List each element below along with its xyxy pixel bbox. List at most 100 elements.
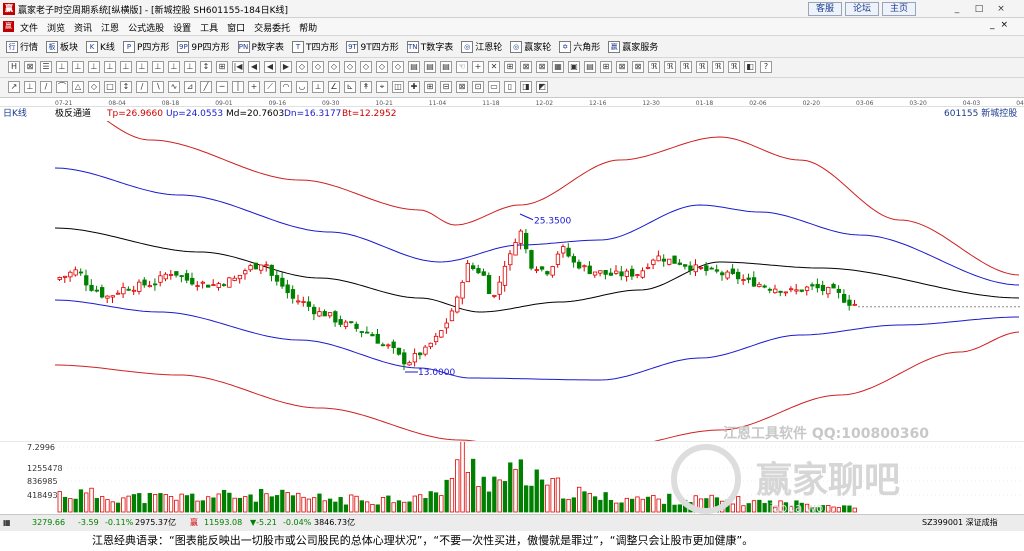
close-button[interactable]: × (994, 2, 1008, 16)
tool-icon[interactable]: ⊿ (184, 81, 196, 93)
tool-icon[interactable]: ◇ (88, 81, 100, 93)
tool-icon[interactable]: ⊥ (136, 61, 148, 73)
menu-item[interactable]: 文件 (20, 21, 38, 34)
tool-icon[interactable]: ∿ (168, 81, 180, 93)
toolbar-button[interactable]: ◎ 赢家轮 (510, 40, 551, 53)
status-right-index[interactable]: SZ399001 深证成指 (922, 517, 998, 529)
tool-icon[interactable]: ⊞ (600, 61, 612, 73)
tool-icon[interactable]: ▤ (408, 61, 420, 73)
tool-icon[interactable]: ℜ (696, 61, 708, 73)
tool-icon[interactable]: ◇ (312, 61, 324, 73)
tool-icon[interactable]: ℜ (728, 61, 740, 73)
tool-icon[interactable]: H (8, 61, 20, 73)
toolbar-button[interactable]: PN P数字表 (237, 40, 284, 53)
tool-icon[interactable]: ⊥ (152, 61, 164, 73)
tool-icon[interactable]: ◨ (520, 81, 532, 93)
tool-icon[interactable]: ◇ (296, 61, 308, 73)
menu-item[interactable]: 交易委托 (254, 21, 290, 34)
tool-icon[interactable]: ✚ (408, 81, 420, 93)
menu-item[interactable]: 资讯 (74, 21, 92, 34)
tool-icon[interactable]: ◀ (248, 61, 260, 73)
toolbar-button[interactable]: TN T数字表 (406, 40, 453, 53)
toolbar-button[interactable]: P P四方形 (122, 40, 169, 53)
tool-icon[interactable]: ⊠ (536, 61, 548, 73)
tool-icon[interactable]: ⊟ (440, 81, 452, 93)
tool-icon[interactable]: ⊥ (168, 61, 180, 73)
menu-item[interactable]: 工具 (200, 21, 218, 34)
toolbar-button[interactable]: 行行情 (6, 40, 38, 53)
tool-icon[interactable]: ◀ (264, 61, 276, 73)
tool-icon[interactable]: ⊾ (344, 81, 356, 93)
tool-icon[interactable]: ⊥ (104, 61, 116, 73)
tool-icon[interactable]: ⊥ (120, 61, 132, 73)
tool-icon[interactable]: ↟ (360, 81, 372, 93)
tool-icon[interactable]: ⊥ (24, 81, 36, 93)
tool-icon[interactable]: ✕ (488, 61, 500, 73)
tool-icon[interactable]: / (40, 81, 52, 93)
tool-icon[interactable]: ℜ (712, 61, 724, 73)
tool-icon[interactable]: ◧ (744, 61, 756, 73)
tool-icon[interactable]: ↕ (120, 81, 132, 93)
tool-icon[interactable]: ⊡ (472, 81, 484, 93)
home-link-button[interactable]: 主页 (882, 2, 916, 16)
tool-icon[interactable]: ? (760, 61, 772, 73)
tool-icon[interactable]: ▶ (280, 61, 292, 73)
toolbar-button[interactable]: T T四方形 (291, 40, 338, 53)
volume-chart-svg[interactable]: 7.2996 1255478 836985 418493 (0, 434, 1024, 515)
tool-icon[interactable]: ∕ (136, 81, 148, 93)
toolbar-button[interactable]: ◎ 江恩轮 (461, 40, 502, 53)
tool-icon[interactable]: ▦ (552, 61, 564, 73)
menu-item[interactable]: 窗口 (227, 21, 245, 34)
tool-icon[interactable]: ⌖ (376, 81, 388, 93)
tool-icon[interactable]: ▤ (440, 61, 452, 73)
tool-icon[interactable]: ⊞ (216, 61, 228, 73)
tool-icon[interactable]: □ (104, 81, 116, 93)
tool-icon[interactable]: ⊞ (424, 81, 436, 93)
kline-chart[interactable]: 25.3500 13.0000 (0, 94, 1024, 451)
tool-icon[interactable]: ◩ (536, 81, 548, 93)
toolbar-button[interactable]: 赢赢家服务 (608, 40, 658, 53)
forum-link-button[interactable]: 论坛 (845, 2, 879, 16)
tool-icon[interactable]: ☜ (456, 61, 468, 73)
tool-icon[interactable]: ◇ (344, 61, 356, 73)
tool-icon[interactable]: + (472, 61, 484, 73)
tool-icon[interactable]: + (248, 81, 260, 93)
tool-icon[interactable]: ↗ (8, 81, 20, 93)
tool-icon[interactable]: ⊥ (184, 61, 196, 73)
tool-icon[interactable]: │ (232, 81, 244, 93)
tool-icon[interactable]: ▭ (488, 81, 500, 93)
tool-icon[interactable]: ∠ (328, 81, 340, 93)
menu-item[interactable]: 公式选股 (128, 21, 164, 34)
tool-icon[interactable]: ℜ (648, 61, 660, 73)
tool-icon[interactable]: ╱ (200, 81, 212, 93)
menu-item[interactable]: 浏览 (47, 21, 65, 34)
mdi-minimize-button[interactable]: _ (990, 20, 995, 30)
service-link-button[interactable]: 客服 (808, 2, 842, 16)
tool-icon[interactable]: △ (72, 81, 84, 93)
tool-icon[interactable]: ◠ (280, 81, 292, 93)
maximize-button[interactable]: □ (972, 2, 986, 16)
tool-icon[interactable]: ☰ (40, 61, 52, 73)
tool-icon[interactable]: ⟋ (264, 81, 276, 93)
tool-icon[interactable]: ℜ (680, 61, 692, 73)
tool-icon[interactable]: ⊥ (88, 61, 100, 73)
tool-icon[interactable]: ⊠ (632, 61, 644, 73)
tool-icon[interactable]: ⟂ (312, 81, 324, 93)
tool-icon[interactable]: ⊥ (56, 61, 68, 73)
tool-icon[interactable]: ◇ (360, 61, 372, 73)
volume-chart[interactable]: 7.2996 1255478 836985 418493 (0, 434, 1024, 515)
tool-icon[interactable]: ⊠ (616, 61, 628, 73)
toolbar-button[interactable]: 板板块 (46, 40, 78, 53)
toolbar-button[interactable]: ✡ 六角形 (559, 40, 600, 53)
toolbar-button[interactable]: 9P 9P四方形 (177, 40, 230, 53)
tool-icon[interactable]: ⊥ (72, 61, 84, 73)
tool-icon[interactable]: ◇ (392, 61, 404, 73)
menu-item[interactable]: 设置 (173, 21, 191, 34)
mdi-close-button[interactable]: × (1001, 20, 1009, 30)
tool-icon[interactable]: ⌒ (56, 81, 68, 93)
tool-icon[interactable]: ◡ (296, 81, 308, 93)
tool-icon[interactable]: ∖ (152, 81, 164, 93)
toolbar-button[interactable]: K K线 (86, 40, 115, 53)
tool-icon[interactable]: ◫ (392, 81, 404, 93)
tool-icon[interactable]: ⊠ (456, 81, 468, 93)
